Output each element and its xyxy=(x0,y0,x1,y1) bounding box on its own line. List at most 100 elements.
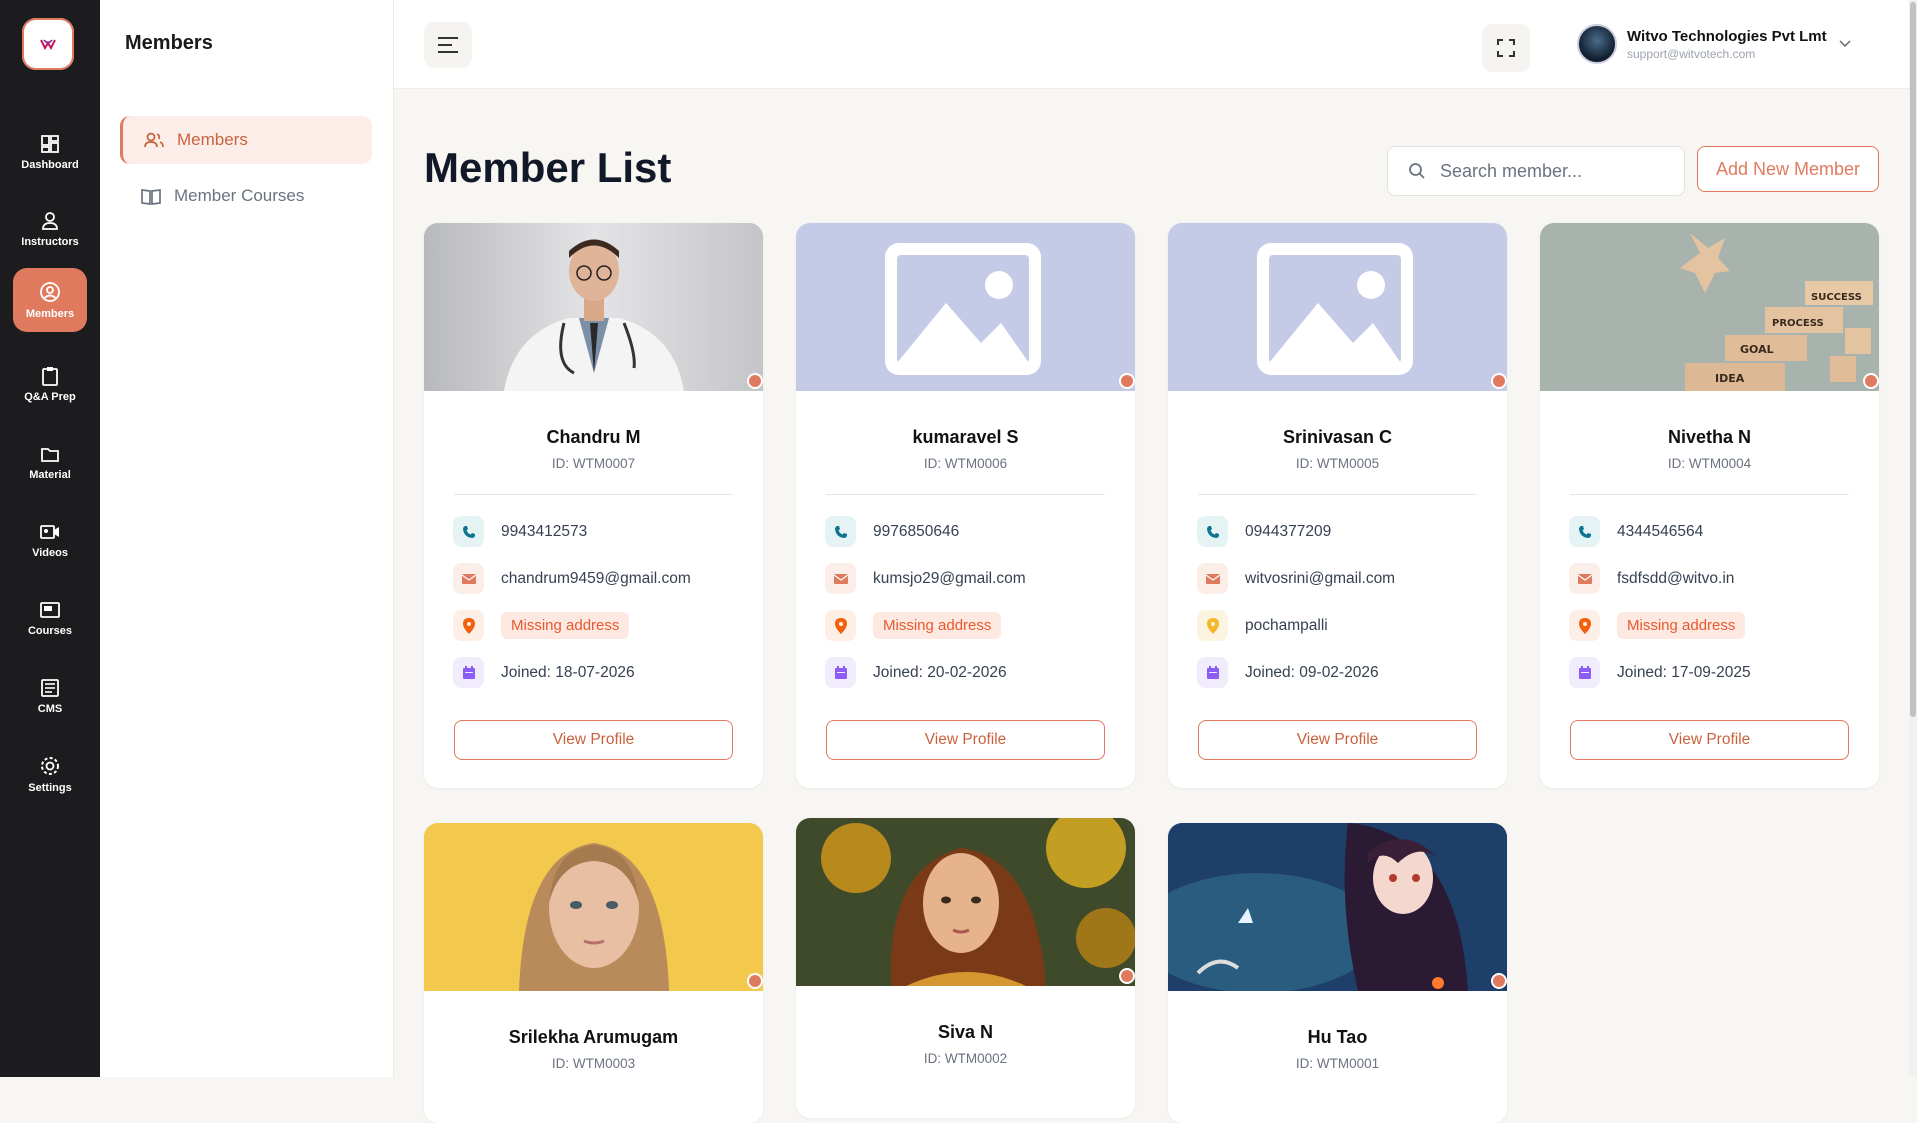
placeholder-image-icon xyxy=(1168,223,1507,391)
svg-text:IDEA: IDEA xyxy=(1715,372,1745,385)
member-card: Siva N ID: WTM0002 xyxy=(796,818,1135,1118)
member-card: kumaravel S ID: WTM0006 9976850646 kumsj… xyxy=(796,223,1135,788)
rail-label: Videos xyxy=(32,546,68,559)
divider xyxy=(1570,494,1849,495)
member-card: Chandru M ID: WTM0007 9943412573 chandru… xyxy=(424,223,763,788)
search-input[interactable] xyxy=(1438,159,1672,183)
member-phone: 9943412573 xyxy=(501,522,588,540)
gear-icon xyxy=(41,756,59,775)
scrollbar-thumb[interactable] xyxy=(1910,2,1916,717)
mail-icon xyxy=(1569,563,1600,594)
view-profile-button[interactable]: View Profile xyxy=(1570,720,1849,760)
rail-item-settings[interactable]: Settings xyxy=(13,742,87,806)
rail-item-dashboard[interactable]: Dashboard xyxy=(13,120,87,184)
phone-row: 9943412573 xyxy=(453,516,587,547)
add-member-button[interactable]: Add New Member xyxy=(1697,146,1879,192)
view-profile-button[interactable]: View Profile xyxy=(826,720,1105,760)
member-card: Srilekha Arumugam ID: WTM0003 xyxy=(424,823,763,1123)
menu-toggle-button[interactable] xyxy=(424,22,472,68)
user-menu[interactable]: Witvo Technologies Pvt Lmt support@witvo… xyxy=(1577,24,1851,64)
member-phone: 9976850646 xyxy=(873,522,960,540)
search-icon xyxy=(1409,163,1425,179)
svg-text:GOAL: GOAL xyxy=(1740,343,1774,356)
rail-label: Q&A Prep xyxy=(24,390,76,403)
member-name: Chandru M xyxy=(546,427,641,447)
sidebar-item-label: Members xyxy=(177,130,248,149)
joined-row: Joined: 17-09-2025 xyxy=(1569,657,1751,688)
rail-label: Courses xyxy=(27,624,73,637)
member-email: witvosrini@gmail.com xyxy=(1245,569,1396,587)
hamburger-icon xyxy=(438,37,458,53)
member-phone: 0944377209 xyxy=(1245,522,1332,540)
rail-label: Dashboard xyxy=(21,158,79,171)
phone-row: 9976850646 xyxy=(825,516,959,547)
view-profile-button[interactable]: View Profile xyxy=(1198,720,1477,760)
user-name: Witvo Technologies Pvt Lmt xyxy=(1627,27,1827,45)
app-logo[interactable] xyxy=(22,18,74,70)
rail-item-videos[interactable]: Videos xyxy=(13,508,87,572)
member-joined: Joined: 09-02-2026 xyxy=(1245,663,1379,681)
logo-icon xyxy=(40,39,56,51)
anime-photo xyxy=(1168,823,1507,991)
placeholder-image-icon xyxy=(796,223,1135,391)
sidebar-item-member-courses[interactable]: Member Courses xyxy=(120,172,372,220)
phone-icon xyxy=(1197,516,1228,547)
missing-address-badge: Missing address xyxy=(501,612,630,639)
book-icon xyxy=(141,189,161,205)
view-profile-button[interactable]: View Profile xyxy=(454,720,733,760)
address-row: Missing address xyxy=(453,610,630,641)
portrait-yellow-photo xyxy=(424,823,763,991)
chevron-down-icon xyxy=(1839,40,1851,48)
member-phone: 4344546564 xyxy=(1617,522,1704,540)
avatar xyxy=(1577,24,1617,64)
rail-label: CMS xyxy=(37,702,63,715)
member-photo: IDEA GOAL PROCESS SUCCESS xyxy=(1540,223,1879,391)
map-pin-icon xyxy=(453,610,484,641)
rail-item-courses[interactable]: Courses xyxy=(13,586,87,650)
folder-icon xyxy=(41,447,59,462)
member-photo xyxy=(1168,223,1507,391)
rail-item-material[interactable]: Material xyxy=(13,430,87,494)
sidebar-item-label: Member Courses xyxy=(174,186,305,205)
email-row: fsdfsdd@witvo.in xyxy=(1569,563,1734,594)
sidebar-item-members[interactable]: Members xyxy=(120,116,372,164)
member-email: chandrum9459@gmail.com xyxy=(501,569,691,587)
doctor-photo xyxy=(424,223,763,391)
icon-rail: Dashboard Instructors Members Q&A Prep M… xyxy=(0,0,100,1077)
member-name: kumaravel S xyxy=(912,427,1019,447)
member-joined: Joined: 18-07-2026 xyxy=(501,663,635,681)
member-name: Nivetha N xyxy=(1667,427,1752,447)
rail-item-instructors[interactable]: Instructors xyxy=(13,197,87,261)
address-row: Missing address xyxy=(1569,610,1746,641)
phone-icon xyxy=(453,516,484,547)
member-id: ID: WTM0002 xyxy=(923,1051,1008,1066)
map-pin-icon xyxy=(1569,610,1600,641)
user-circle-icon xyxy=(40,281,60,302)
status-dot xyxy=(1863,373,1879,389)
rail-label: Members xyxy=(25,307,75,320)
fullscreen-button[interactable] xyxy=(1482,24,1530,72)
user-email: support@witvotech.com xyxy=(1627,46,1756,61)
video-icon xyxy=(40,524,59,539)
member-id: ID: WTM0004 xyxy=(1667,456,1752,471)
phone-row: 4344546564 xyxy=(1569,516,1703,547)
missing-address-badge: Missing address xyxy=(1617,612,1746,639)
member-photo xyxy=(796,818,1135,986)
joined-row: Joined: 18-07-2026 xyxy=(453,657,635,688)
rail-label: Material xyxy=(29,468,71,481)
rail-item-cms[interactable]: CMS xyxy=(13,664,87,728)
page-scrollbar[interactable] xyxy=(1909,0,1917,1077)
member-id: ID: WTM0003 xyxy=(551,1056,636,1071)
users-icon xyxy=(144,132,164,148)
member-joined: Joined: 17-09-2025 xyxy=(1617,663,1751,681)
divider xyxy=(826,494,1105,495)
user-icon xyxy=(42,211,58,230)
rail-item-qa-prep[interactable]: Q&A Prep xyxy=(13,352,87,416)
portrait-autumn-photo xyxy=(796,818,1135,986)
page-title: Member List xyxy=(424,144,672,191)
email-row: witvosrini@gmail.com xyxy=(1197,563,1395,594)
rail-item-members[interactable]: Members xyxy=(13,268,87,332)
rail-label: Instructors xyxy=(21,235,79,248)
joined-row: Joined: 09-02-2026 xyxy=(1197,657,1379,688)
map-pin-icon xyxy=(825,610,856,641)
